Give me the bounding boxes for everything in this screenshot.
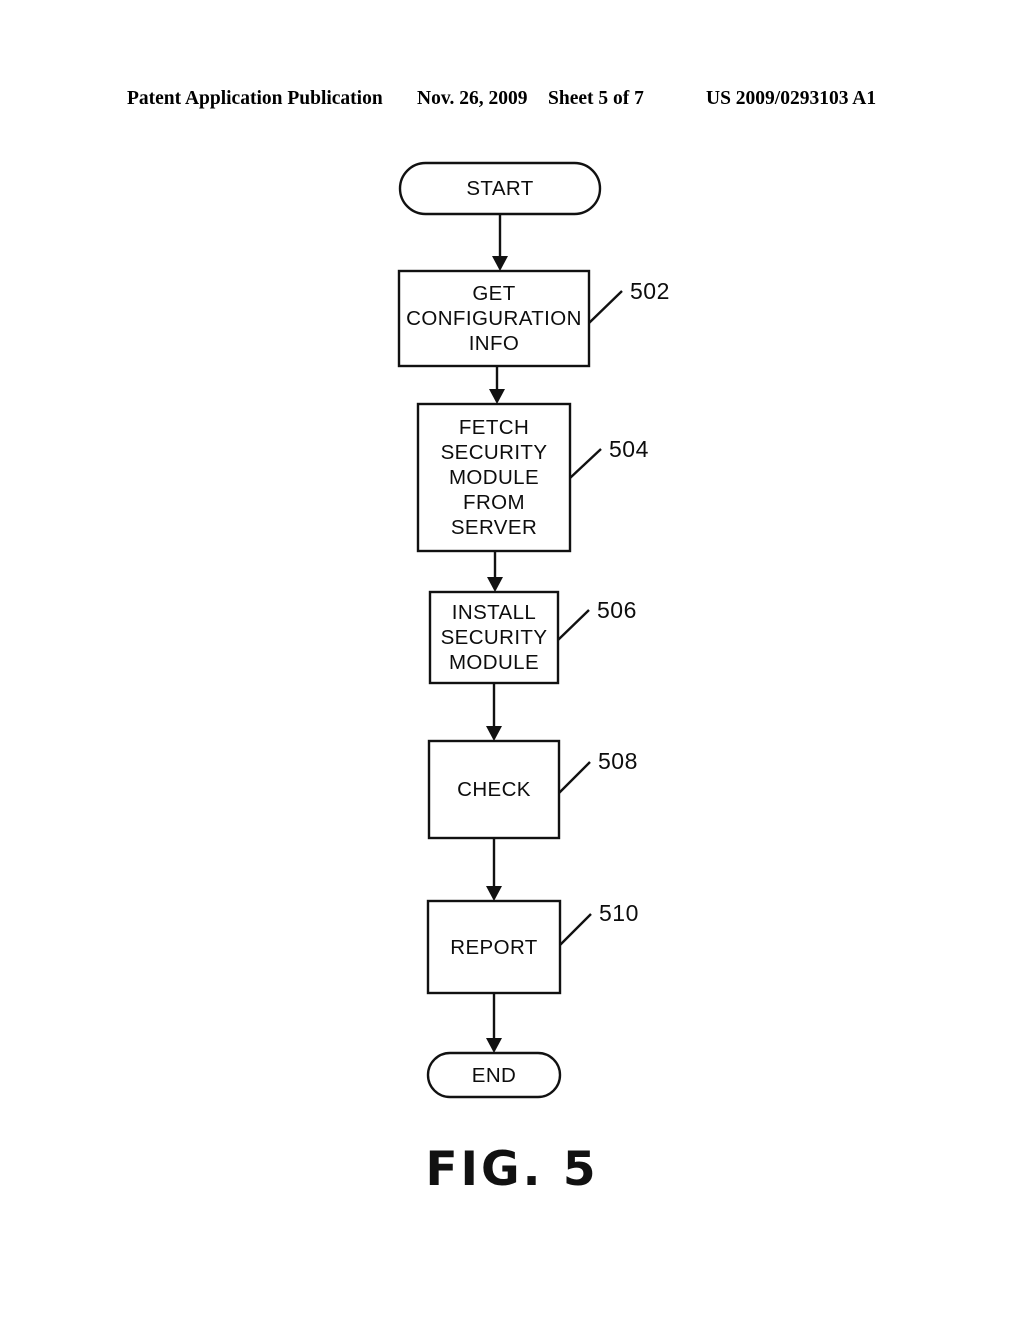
connector-arrowhead-2 <box>489 389 505 404</box>
node-shape-get-configuration-info <box>397 269 591 368</box>
leader-line-506 <box>557 609 590 641</box>
node-shape-start <box>398 161 602 216</box>
connector-arrowhead-3 <box>487 577 503 592</box>
connector-arrowhead-4 <box>486 726 502 741</box>
flowchart-svg <box>397 161 623 1099</box>
reference-numeral-508: 508 <box>598 748 638 774</box>
leader-line-510 <box>559 913 592 946</box>
connector-arrowhead-6 <box>486 1038 502 1053</box>
reference-numeral-502: 502 <box>630 278 670 304</box>
connector-arrowhead-1 <box>492 256 508 271</box>
reference-numeral-510: 510 <box>599 900 639 926</box>
leader-line-502 <box>588 290 623 324</box>
leader-line-508 <box>558 761 591 794</box>
connector-arrowhead-5 <box>486 886 502 901</box>
node-shape-report <box>426 899 562 995</box>
reference-numeral-504: 504 <box>609 436 649 462</box>
figure-caption: FIG. 5 <box>425 1142 599 1197</box>
leader-line-504 <box>569 448 602 479</box>
reference-numeral-506: 506 <box>597 597 637 623</box>
node-shape-check <box>427 739 561 840</box>
node-shape-end <box>426 1051 562 1099</box>
flowchart-diagram: START GET CONFIGURATION INFO FETCH SECUR… <box>0 0 1024 1320</box>
node-shape-fetch-security-module-from-server <box>416 402 572 553</box>
node-shape-install-security-module <box>428 590 560 685</box>
